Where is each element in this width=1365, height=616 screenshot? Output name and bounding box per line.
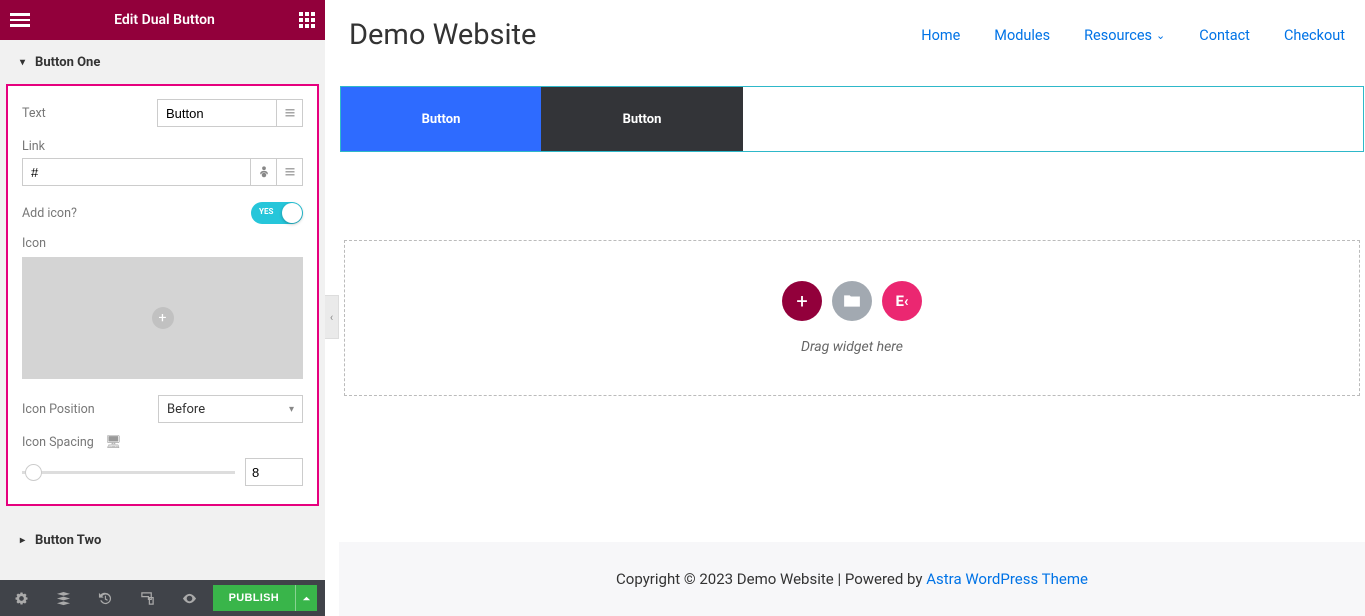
nav-contact[interactable]: Contact: [1199, 27, 1250, 44]
caret-down-icon: ▾: [20, 57, 25, 68]
section-button-one-body: Text Link Add icon?: [6, 84, 319, 506]
icon-position-label: Icon Position: [22, 402, 95, 417]
dropzone-text: Drag widget here: [801, 339, 903, 355]
sidebar-header: Edit Dual Button: [0, 0, 325, 40]
section-one-label: Button One: [35, 55, 100, 70]
icon-spacing-label: Icon Spacing: [22, 435, 94, 450]
chevron-down-icon: ⌄: [1156, 29, 1165, 42]
caret-right-icon: ▸: [20, 535, 25, 546]
nav-checkout[interactable]: Checkout: [1284, 27, 1345, 44]
nav-modules[interactable]: Modules: [994, 27, 1050, 44]
history-button[interactable]: [84, 580, 126, 616]
link-options-button[interactable]: [251, 158, 277, 186]
section-button-two-toggle[interactable]: ▸ Button Two: [0, 518, 325, 562]
site-nav: Home Modules Resources ⌄ Contact Checkou…: [921, 27, 1345, 44]
section-two-label: Button Two: [35, 533, 101, 548]
widget-dropzone[interactable]: + E‹ Drag widget here: [344, 240, 1360, 396]
section-button-one-toggle[interactable]: ▾ Button One: [0, 40, 325, 84]
icon-position-value: Before: [167, 402, 205, 417]
publish-button[interactable]: PUBLISH: [213, 585, 295, 611]
icon-picker[interactable]: +: [22, 257, 303, 379]
icon-label: Icon: [22, 236, 303, 251]
site-header: Demo Website Home Modules Resources ⌄ Co…: [339, 0, 1365, 70]
footer-theme-link[interactable]: Astra WordPress Theme: [926, 570, 1088, 588]
navigator-button[interactable]: [42, 580, 84, 616]
preview-button[interactable]: [168, 580, 210, 616]
preview-pane: Demo Website Home Modules Resources ⌄ Co…: [339, 0, 1365, 616]
button-text-input[interactable]: [157, 99, 277, 127]
toggle-yes-text: YES: [259, 207, 273, 216]
add-widget-button[interactable]: +: [782, 281, 822, 321]
icon-spacing-input[interactable]: [245, 458, 303, 486]
nav-home[interactable]: Home: [921, 27, 960, 44]
panel-title: Edit Dual Button: [114, 12, 215, 28]
site-footer: Copyright © 2023 Demo Website | Powered …: [339, 542, 1365, 616]
responsive-icon[interactable]: 🖥: [105, 435, 122, 450]
collapse-sidebar-handle[interactable]: ‹: [325, 295, 339, 339]
text-label: Text: [22, 106, 46, 121]
dynamic-tags-button[interactable]: [277, 99, 303, 127]
sidebar-body: ▾ Button One Text Link: [0, 40, 325, 580]
plus-icon: +: [152, 307, 174, 329]
sidebar-footer: PUBLISH: [0, 580, 325, 616]
settings-button[interactable]: [0, 580, 42, 616]
dual-button-a[interactable]: Button: [341, 87, 541, 151]
chevron-down-icon: ▾: [289, 404, 294, 415]
apps-grid-icon[interactable]: [299, 12, 315, 28]
editor-sidebar: Edit Dual Button ▾ Button One Text Link: [0, 0, 325, 616]
dynamic-tags-link-button[interactable]: [277, 158, 303, 186]
link-input[interactable]: [22, 158, 251, 186]
add-icon-label: Add icon?: [22, 206, 77, 221]
link-label: Link: [22, 139, 303, 154]
icon-spacing-slider[interactable]: [22, 471, 235, 474]
menu-icon[interactable]: [10, 13, 30, 27]
icon-position-select[interactable]: Before ▾: [158, 395, 303, 423]
nav-resources[interactable]: Resources ⌄: [1084, 27, 1165, 44]
template-library-button[interactable]: [832, 281, 872, 321]
add-icon-toggle[interactable]: YES: [251, 202, 303, 224]
footer-text: Copyright © 2023 Demo Website | Powered …: [616, 570, 922, 588]
responsive-button[interactable]: [126, 580, 168, 616]
elements-kit-button[interactable]: E‹: [882, 281, 922, 321]
dual-button-widget: Button Button: [340, 86, 1364, 152]
site-title: Demo Website: [349, 18, 921, 52]
publish-dropdown[interactable]: [295, 585, 317, 611]
dual-button-b[interactable]: Button: [541, 87, 743, 151]
